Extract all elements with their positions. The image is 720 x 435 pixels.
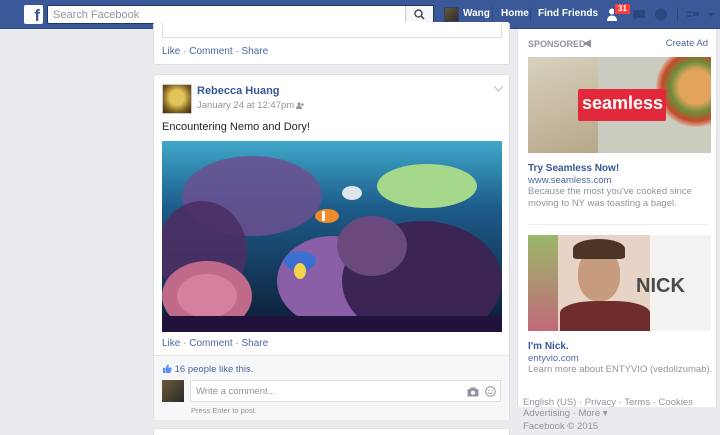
press-enter-hint: Press Enter to post.	[191, 406, 257, 415]
facebook-logo-icon[interactable]: f	[24, 5, 43, 24]
footer-links-row-2: Advertising · More ▾	[523, 408, 608, 419]
nav-find-friends-link[interactable]: Find Friends	[538, 8, 598, 19]
search-button[interactable]	[405, 6, 433, 23]
footer-copyright: Facebook © 2015	[523, 421, 599, 432]
emoji-icon[interactable]	[485, 386, 496, 397]
comment-link[interactable]: Comment	[189, 338, 232, 349]
create-ad-link[interactable]: Create Ad	[666, 38, 708, 49]
notifications-globe-icon[interactable]	[653, 7, 669, 22]
audience-friends-icon[interactable]	[296, 101, 305, 110]
ad-title[interactable]: I'm Nick.	[528, 341, 569, 352]
footer-links-row-1: English (US) · Privacy · Terms · Cookies	[523, 397, 693, 408]
ad-title[interactable]: Try Seamless Now!	[528, 163, 619, 174]
share-link[interactable]: Share	[242, 338, 269, 349]
like-summary[interactable]: 16 people like this.	[162, 364, 253, 375]
previous-post-attachment[interactable]	[162, 22, 502, 38]
thumbs-up-icon	[163, 364, 172, 373]
footer-link-more[interactable]: More	[578, 408, 600, 419]
post-text: Encountering Nemo and Dory!	[162, 121, 310, 133]
search-input[interactable]	[48, 6, 398, 23]
nav-profile-link[interactable]: Wang	[463, 8, 490, 19]
nav-divider	[492, 7, 493, 22]
comment-input[interactable]: Write a comment...	[196, 386, 276, 397]
footer-link-advertising[interactable]: Advertising	[523, 408, 570, 419]
sponsored-label: SPONSORED	[528, 39, 586, 49]
camera-icon[interactable]	[467, 387, 479, 397]
ad-description: Learn more about ENTYVIO (vedolizumab).	[528, 364, 713, 375]
footer-link-privacy[interactable]: Privacy	[585, 397, 616, 408]
right-sidebar: SPONSORED Create Ad seamless Try Seamles…	[517, 29, 717, 407]
like-count-text[interactable]: 16 people like this.	[175, 364, 254, 375]
previous-post-card: Like · Comment · Share	[153, 22, 510, 65]
messages-icon[interactable]	[631, 7, 647, 22]
ad-brand-text: NICK	[636, 275, 685, 297]
post-author-name[interactable]: Rebecca Huang	[197, 85, 280, 97]
account-menu-icon[interactable]	[703, 7, 719, 22]
footer-link-language[interactable]: English (US)	[523, 397, 576, 408]
friend-requests-badge: 31	[614, 3, 631, 15]
ad-image-entyvio[interactable]: NICK	[528, 235, 711, 331]
like-link[interactable]: Like	[162, 338, 180, 349]
footer-link-cookies[interactable]: Cookies	[659, 397, 693, 408]
caret-down-icon[interactable]: ▾	[600, 408, 608, 419]
share-link[interactable]: Share	[242, 46, 269, 57]
ad-divider	[528, 224, 708, 225]
ad-image-seamless[interactable]: seamless	[528, 57, 711, 153]
like-link[interactable]: Like	[162, 46, 180, 57]
ad-url[interactable]: entyvio.com	[528, 353, 579, 364]
comment-box[interactable]: Write a comment...	[190, 380, 501, 402]
search-icon	[414, 9, 425, 20]
ad-description: Because the most you've cooked since mov…	[528, 186, 692, 209]
post-timestamp[interactable]: January 24 at 12:47pm	[197, 100, 294, 111]
author-avatar[interactable]	[162, 84, 192, 114]
comment-link[interactable]: Comment	[189, 46, 232, 57]
nav-avatar[interactable]	[444, 7, 459, 22]
commenter-avatar	[162, 380, 184, 402]
nav-home-link[interactable]: Home	[501, 8, 529, 19]
post-photo-aquarium[interactable]	[162, 141, 502, 332]
post-card: Rebecca Huang January 24 at 12:47pm Enco…	[153, 74, 510, 420]
post-options-chevron-icon[interactable]	[494, 86, 503, 92]
nav-divider	[530, 7, 531, 22]
ad-url[interactable]: www.seamless.com	[528, 175, 611, 186]
post-feedback-area: 16 people like this. Write a comment... …	[154, 355, 509, 420]
footer-link-terms[interactable]: Terms	[624, 397, 650, 408]
post-actions: Like · Comment · Share	[162, 338, 269, 349]
next-post-card	[153, 428, 510, 435]
privacy-shortcuts-icon[interactable]	[685, 7, 701, 22]
ad-brand-text: seamless	[582, 93, 664, 113]
megaphone-icon	[584, 39, 591, 48]
nav-divider	[677, 7, 678, 22]
previous-post-actions: Like · Comment · Share	[162, 46, 269, 57]
